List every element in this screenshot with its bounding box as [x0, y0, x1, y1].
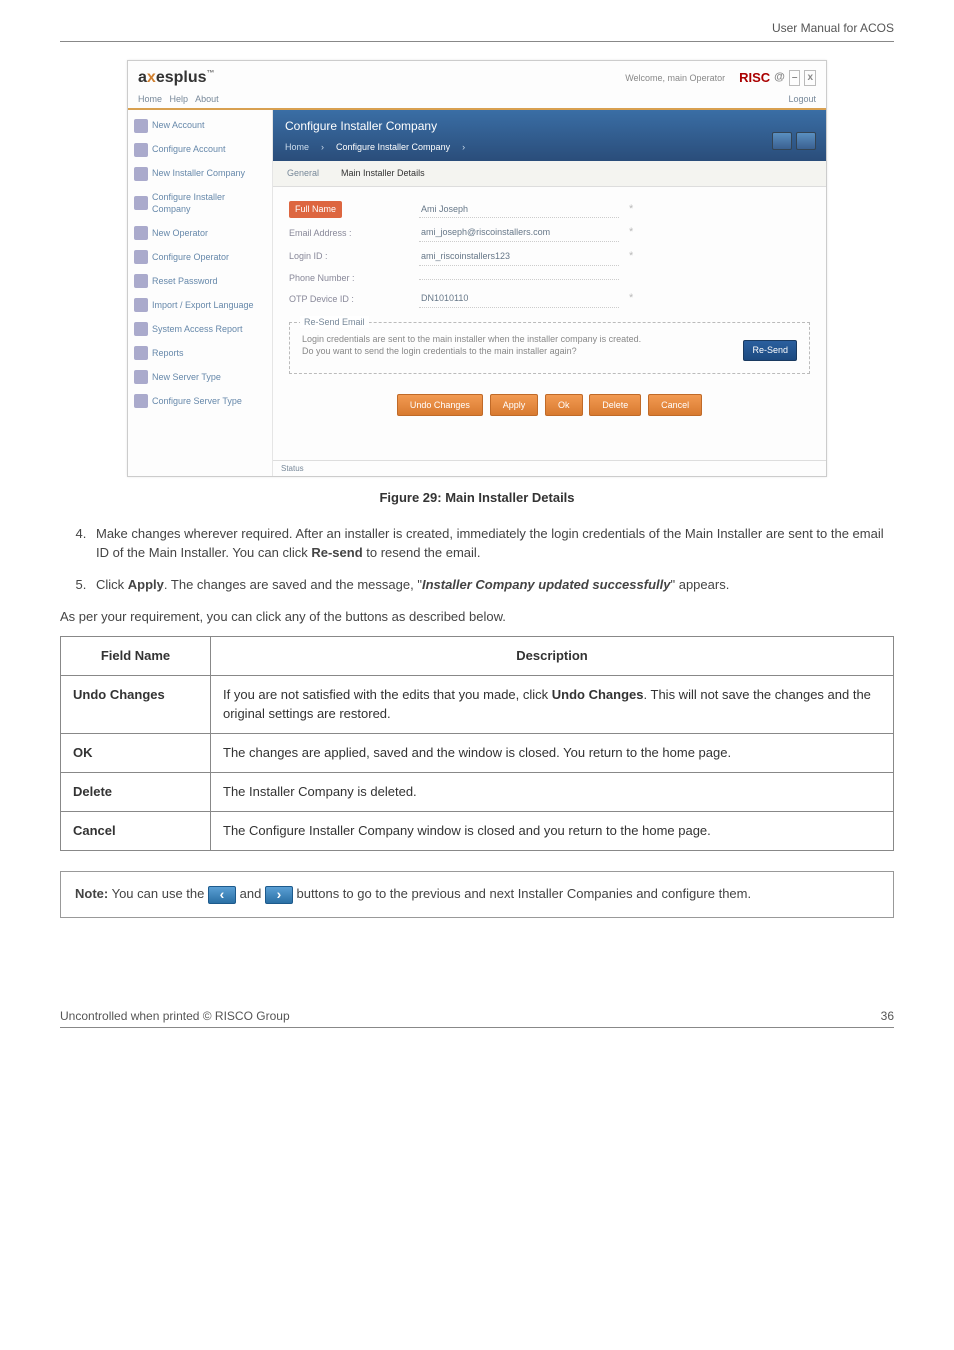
otp-field[interactable]: DN1010110 [419, 290, 619, 308]
next-installer-button[interactable] [796, 132, 816, 150]
sidebar-item-new-operator[interactable]: New Operator [132, 223, 268, 243]
sidebar-item-import-export[interactable]: Import / Export Language [132, 295, 268, 315]
next-nav-icon: › [265, 886, 293, 904]
status-bar: Status [273, 460, 826, 476]
breadcrumb-current: Configure Installer Company [336, 141, 450, 154]
th-field-name: Field Name [61, 637, 211, 676]
installer-config-icon [134, 196, 148, 210]
tab-main-installer[interactable]: Main Installer Details [337, 165, 429, 182]
prev-nav-icon: ‹ [208, 886, 236, 904]
brand-logo: axesplus™ [138, 67, 215, 89]
account-config-icon [134, 143, 148, 157]
panel-title: Configure Installer Company [285, 118, 814, 135]
table-row: Delete The Installer Company is deleted. [61, 772, 894, 811]
sidebar-item-new-server[interactable]: New Server Type [132, 367, 268, 387]
action-bar: Undo Changes Apply Ok Delete Cancel [289, 374, 810, 447]
menu-home[interactable]: Home [138, 94, 162, 104]
email-field[interactable]: ami_joseph@riscoinstallers.com [419, 224, 619, 242]
th-description: Description [211, 637, 894, 676]
minimize-icon[interactable]: – [789, 70, 801, 86]
panel-header: Configure Installer Company Home › Confi… [273, 110, 826, 161]
phone-field[interactable] [419, 275, 619, 280]
menu-logout[interactable]: Logout [788, 93, 816, 106]
resend-email-section: Re-Send Email Login credentials are sent… [289, 322, 810, 374]
sidebar: New Account Configure Account New Instal… [128, 110, 273, 477]
menu-help[interactable]: Help [170, 94, 189, 104]
table-row: OK The changes are applied, saved and th… [61, 733, 894, 772]
resend-legend: Re-Send Email [300, 316, 369, 329]
sidebar-item-configure-operator[interactable]: Configure Operator [132, 247, 268, 267]
delete-button[interactable]: Delete [589, 394, 641, 417]
breadcrumb-home[interactable]: Home [285, 141, 309, 154]
cancel-button[interactable]: Cancel [648, 394, 702, 417]
prev-installer-button[interactable] [772, 132, 792, 150]
table-row: Cancel The Configure Installer Company w… [61, 812, 894, 851]
email-label: Email Address : [289, 227, 409, 240]
undo-changes-button[interactable]: Undo Changes [397, 394, 483, 417]
note-box: Note: You can use the ‹ and › buttons to… [60, 871, 894, 918]
server-config-icon [134, 394, 148, 408]
apply-button[interactable]: Apply [490, 394, 539, 417]
server-new-icon [134, 370, 148, 384]
field-description-table: Field Name Description Undo Changes If y… [60, 636, 894, 851]
login-field[interactable]: ami_riscoinstallers123 [419, 248, 619, 266]
operator-config-icon [134, 250, 148, 264]
sidebar-item-new-account[interactable]: New Account [132, 116, 268, 136]
sidebar-item-configure-server[interactable]: Configure Server Type [132, 391, 268, 411]
step-list: Make changes wherever required. After an… [90, 525, 894, 594]
installer-new-icon [134, 167, 148, 181]
page-footer: Uncontrolled when printed © RISCO Group … [60, 1008, 894, 1028]
sidebar-item-reset-password[interactable]: Reset Password [132, 271, 268, 291]
login-label: Login ID : [289, 250, 409, 263]
account-icon [134, 119, 148, 133]
sidebar-item-reports[interactable]: Reports [132, 343, 268, 363]
page-header: User Manual for ACOS [60, 20, 894, 42]
ok-button[interactable]: Ok [545, 394, 583, 417]
language-icon [134, 298, 148, 312]
sidebar-item-system-access[interactable]: System Access Report [132, 319, 268, 339]
step-4: Make changes wherever required. After an… [90, 525, 894, 561]
figure-caption: Figure 29: Main Installer Details [60, 489, 894, 507]
sidebar-item-configure-account[interactable]: Configure Account [132, 140, 268, 160]
password-icon [134, 274, 148, 288]
close-icon[interactable]: x [804, 70, 816, 86]
reports-icon [134, 346, 148, 360]
table-row: Undo Changes If you are not satisfied wi… [61, 676, 894, 733]
screenshot-window: axesplus™ Welcome, main Operator RISC@ –… [127, 60, 827, 478]
phone-label: Phone Number : [289, 272, 409, 285]
report-icon [134, 322, 148, 336]
intro-text: As per your requirement, you can click a… [60, 608, 894, 626]
welcome-text: Welcome, main Operator [625, 72, 725, 85]
full-name-field[interactable]: Ami Joseph [419, 201, 619, 219]
tab-general[interactable]: General [283, 165, 323, 182]
resend-button[interactable]: Re-Send [743, 340, 797, 361]
menu-about[interactable]: About [195, 94, 219, 104]
full-name-label: Full Name [289, 201, 342, 218]
risco-logo: RISC@ – x [739, 69, 816, 87]
operator-new-icon [134, 226, 148, 240]
sidebar-item-configure-installer[interactable]: Configure Installer Company [132, 188, 268, 219]
step-5: Click Apply. The changes are saved and t… [90, 576, 894, 594]
otp-label: OTP Device ID : [289, 293, 409, 306]
sidebar-item-new-installer[interactable]: New Installer Company [132, 164, 268, 184]
